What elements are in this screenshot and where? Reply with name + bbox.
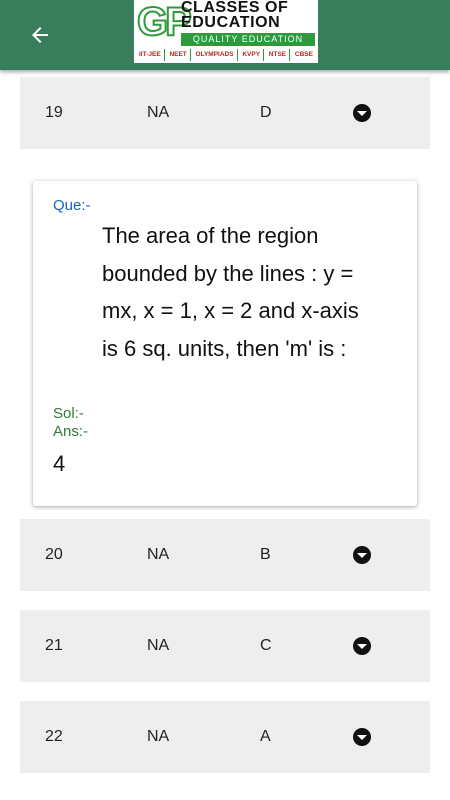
question-row-22[interactable]: 22 NA A [20,701,430,773]
question-text: The area of the region bounded by the li… [102,223,359,361]
brand-logo: GP CLASSES OF EDUCATION QUALITY EDUCATIO… [134,0,318,63]
question-row-21[interactable]: 21 NA C [20,610,430,682]
question-row-20[interactable]: 20 NA B [20,519,430,591]
solution-label: Sol:- [53,405,84,422]
question-status: NA [147,728,170,745]
question-status: NA [147,104,170,121]
arrow-left-icon [32,27,48,43]
answer-value: 4 [53,451,66,476]
question-status: NA [147,637,170,654]
logo-exam: OLYMPIADS [193,49,238,61]
logo-exam-list: IIT-JEE NEET OLYMPIADS KVPY NTSE CBSE [136,49,316,61]
logo-line2: EDUCATION [181,14,281,31]
question-number: 19 [45,104,63,121]
question-label: Que:- [53,197,91,214]
app-bar: GP CLASSES OF EDUCATION QUALITY EDUCATIO… [0,0,450,70]
expand-toggle-icon[interactable] [353,546,371,564]
answer-label: Ans:- [53,423,89,440]
correct-answer: D [260,104,272,121]
logo-exam: NEET [166,49,191,61]
question-status: NA [147,546,170,563]
logo-exam: NTSE [266,49,291,61]
logo-exam: IIT-JEE [136,49,165,61]
question-number: 22 [45,728,63,745]
expand-toggle-icon[interactable] [353,637,371,655]
back-button[interactable] [20,17,60,53]
expand-toggle-icon[interactable] [353,728,371,746]
question-number: 21 [45,637,63,654]
logo-exam: CBSE [294,51,313,58]
logo-tagline: QUALITY EDUCATION [181,33,315,46]
correct-answer: B [260,546,271,563]
question-card: Que:- The area of the region bounded by … [33,181,417,506]
correct-answer: A [260,728,271,745]
expand-toggle-icon[interactable] [353,104,371,122]
question-row-19[interactable]: 19 NA D [20,77,430,149]
correct-answer: C [260,637,272,654]
logo-exam: KVPY [239,49,265,61]
question-number: 20 [45,546,63,563]
